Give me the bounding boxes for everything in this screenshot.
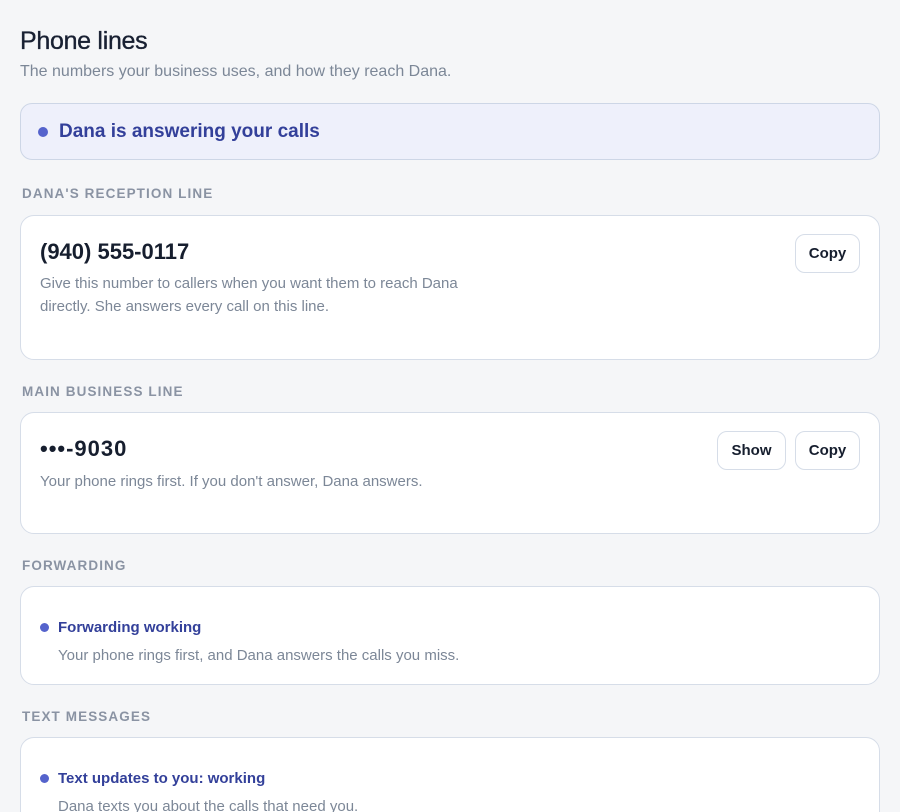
section-label-main-line: MAIN BUSINESS LINE <box>22 384 184 399</box>
text-messages-status-row: Text updates to you: working <box>40 770 265 787</box>
section-label-text-messages: TEXT MESSAGES <box>22 709 152 724</box>
text-messages-status-dot-icon <box>40 774 49 783</box>
forwarding-status-dot-icon <box>40 623 49 632</box>
main-line-card: •••-9030 Your phone rings first. If you … <box>20 412 880 534</box>
reception-line-card: (940) 555-0117 Give this number to calle… <box>20 215 880 360</box>
main-line-description: Your phone rings first. If you don't ans… <box>40 473 423 490</box>
page-subtitle: The numbers your business uses, and how … <box>20 63 452 80</box>
forwarding-status-title: Forwarding working <box>58 619 202 636</box>
reception-phone-number: (940) 555-0117 <box>40 239 190 264</box>
answering-status-banner: Dana is answering your calls <box>20 103 880 160</box>
reception-description: Give this number to callers when you wan… <box>40 275 458 315</box>
copy-reception-button[interactable]: Copy <box>795 234 860 273</box>
main-line-masked-number: •••-9030 <box>40 436 128 461</box>
section-label-forwarding: FORWARDING <box>22 558 127 573</box>
page-title: Phone lines <box>20 27 148 55</box>
forwarding-status-row: Forwarding working <box>40 619 201 636</box>
forwarding-card: Forwarding working Your phone rings firs… <box>20 586 880 685</box>
forwarding-description: Your phone rings first, and Dana answers… <box>58 647 460 664</box>
text-messages-description: Dana texts you about the calls that need… <box>58 798 359 812</box>
text-messages-status-title: Text updates to you: working <box>58 770 266 787</box>
section-label-reception: DANA'S RECEPTION LINE <box>22 186 214 201</box>
show-number-button[interactable]: Show <box>717 431 786 470</box>
copy-main-line-button[interactable]: Copy <box>795 431 860 470</box>
answering-status-text: Dana is answering your calls <box>59 120 320 142</box>
status-dot-icon <box>38 126 48 137</box>
text-messages-card: Text updates to you: working Dana texts … <box>20 737 880 812</box>
